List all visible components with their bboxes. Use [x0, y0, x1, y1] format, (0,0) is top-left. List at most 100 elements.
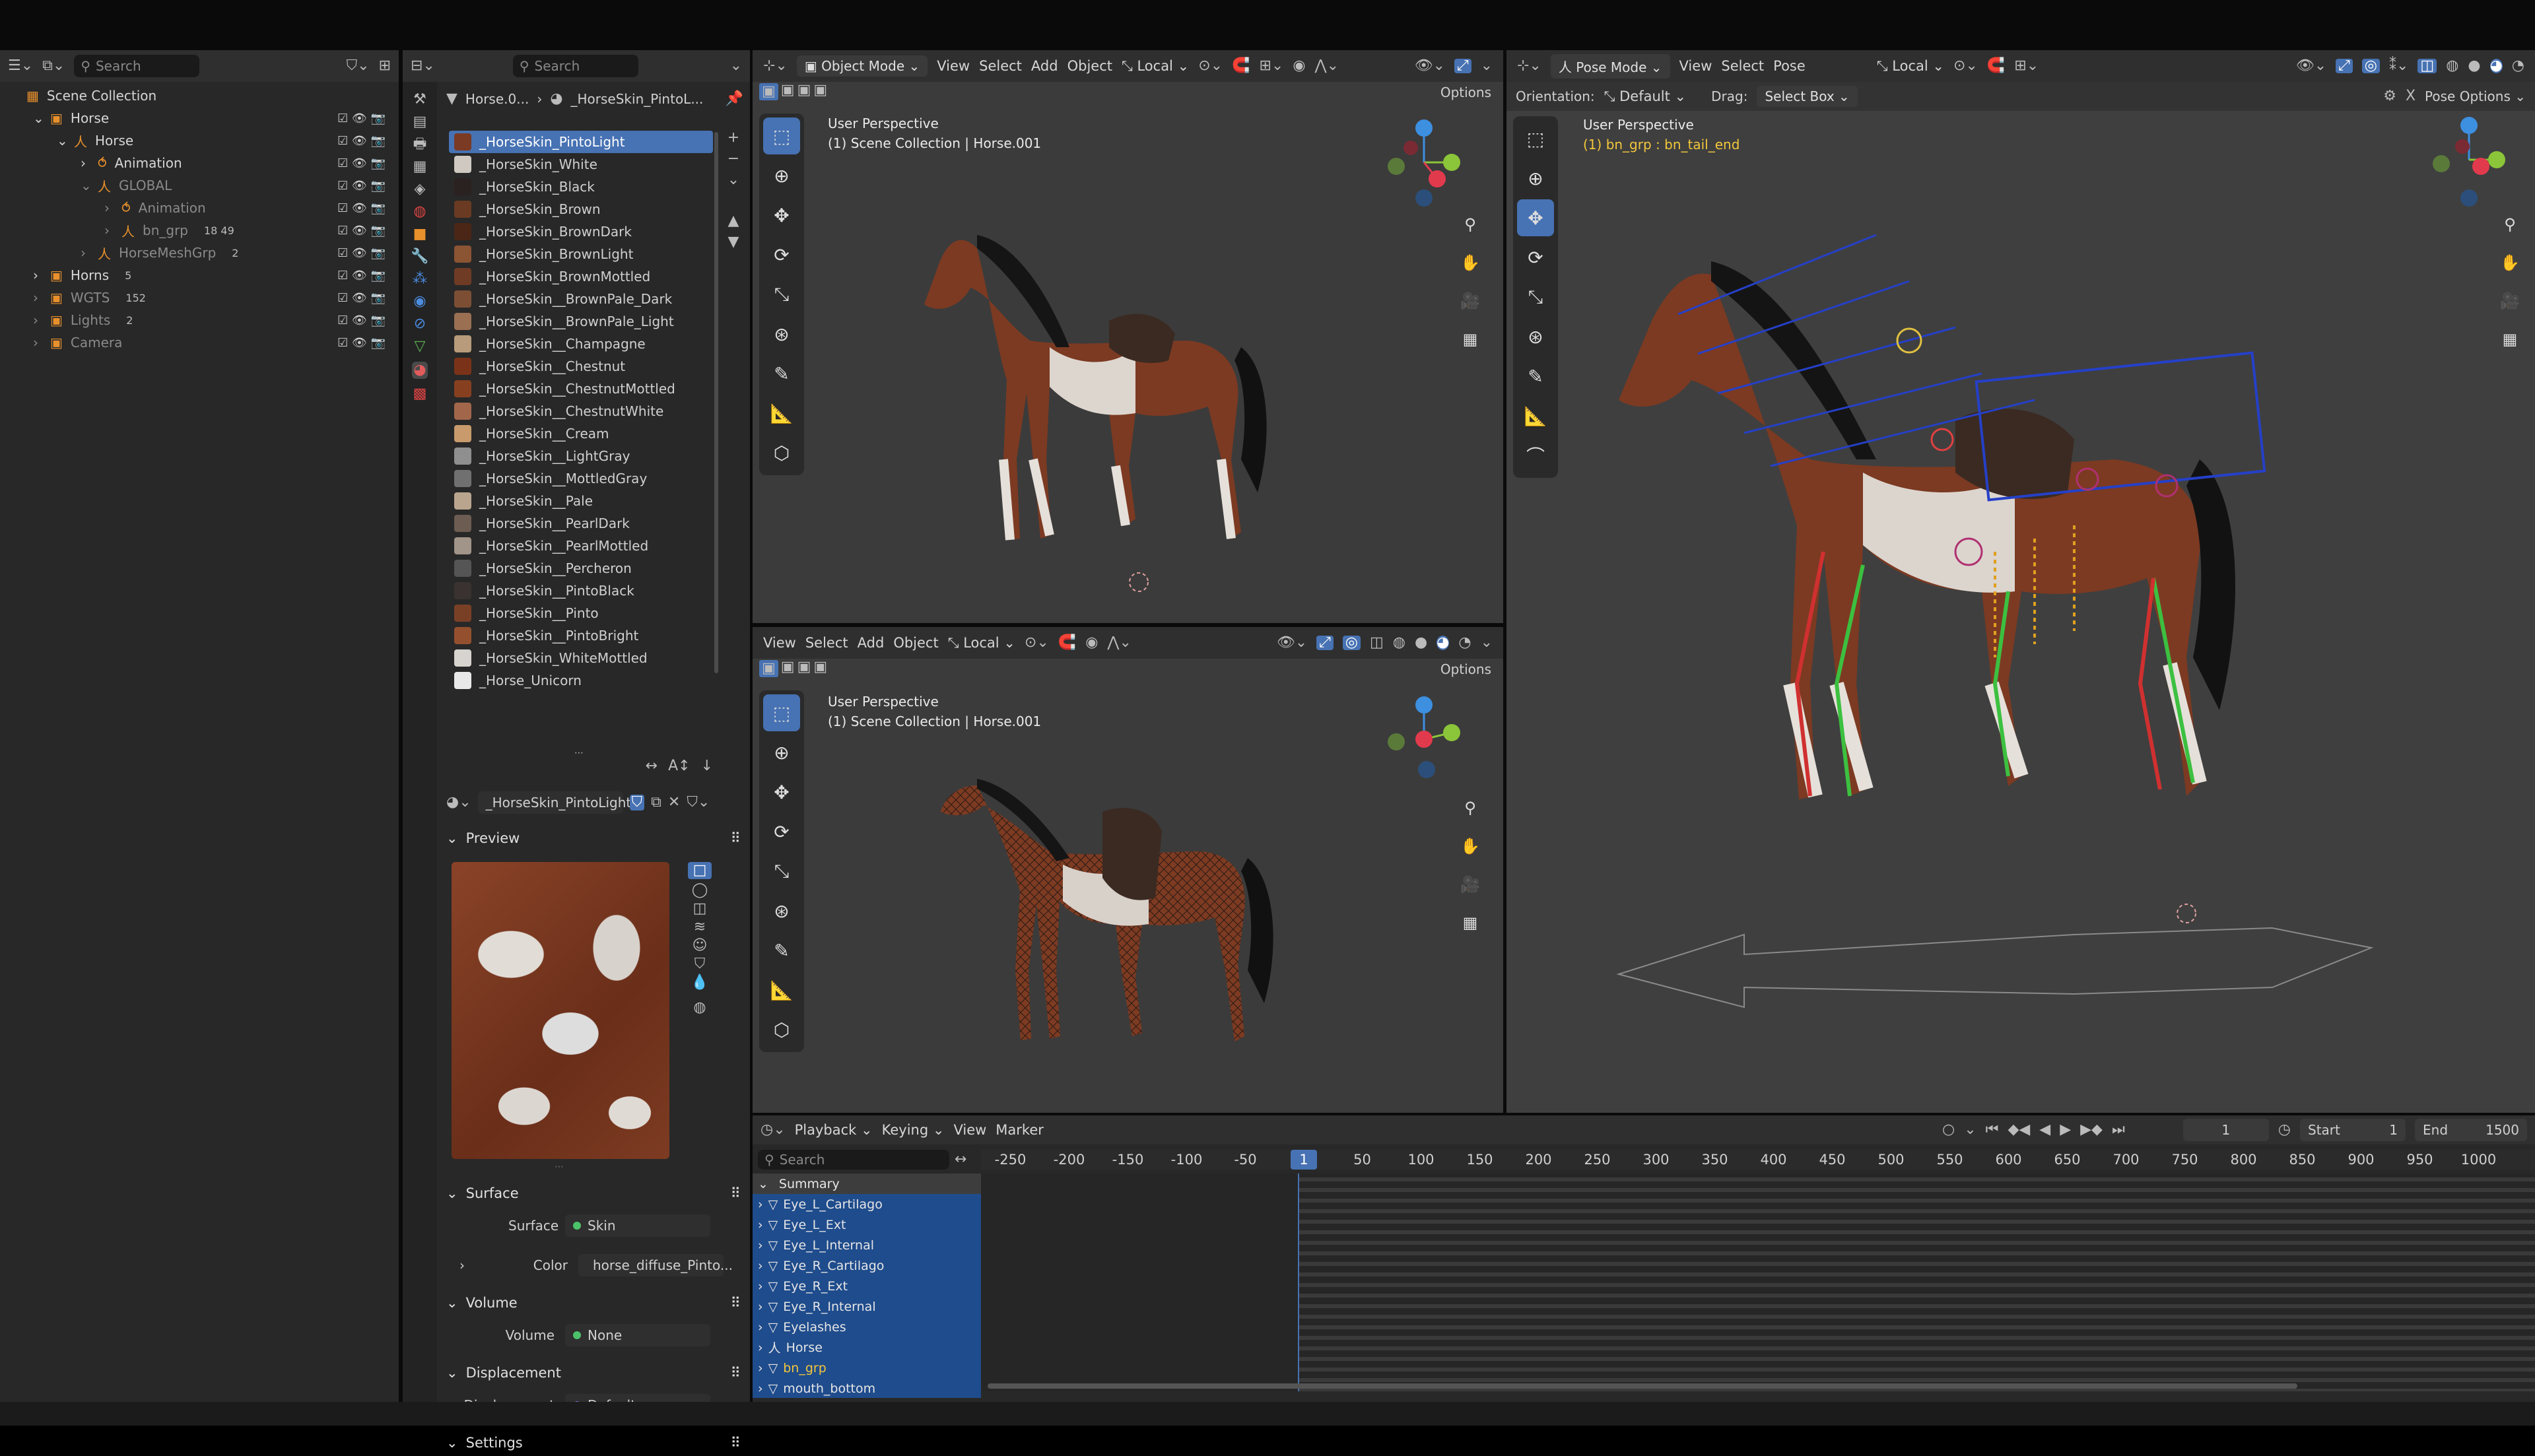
world-tab-icon[interactable]: ◍: [413, 205, 426, 219]
options-button[interactable]: Options: [1440, 84, 1491, 100]
rotate-tool-icon[interactable]: ⟳: [763, 813, 800, 850]
preview-monkey-icon[interactable]: ☺: [693, 939, 708, 953]
displacement-section-header[interactable]: ⌄ Displacement ⠿: [437, 1360, 750, 1386]
play-icon[interactable]: ▶: [2060, 1123, 2071, 1137]
snap-icon[interactable]: 🧲: [1232, 59, 1250, 73]
settings-section-header[interactable]: ⌄ Settings ⠿: [437, 1430, 750, 1456]
remove-slot-button[interactable]: −: [727, 152, 739, 166]
visibility-toggles-icon[interactable]: ☑ 👁 📷: [337, 314, 399, 327]
menu-view[interactable]: View: [953, 1122, 986, 1138]
horse-rig-pose[interactable]: [1612, 182, 2404, 1060]
next-keyframe-icon[interactable]: ▶◆: [2080, 1123, 2103, 1137]
mode-dropdown[interactable]: ▣ Object Mode ⌄: [796, 55, 928, 77]
channel-row[interactable]: › ▽ Eye_R_Cartilago: [753, 1255, 981, 1276]
zoom-icon[interactable]: ⚲: [2494, 209, 2526, 240]
gizmo-toggle-icon[interactable]: ⤢: [1454, 59, 1471, 73]
camera-view-icon[interactable]: 🎥: [1454, 869, 1486, 900]
wireframe-shading-icon[interactable]: ◍: [2446, 59, 2458, 73]
add-cube-tool-icon[interactable]: ⬡: [763, 434, 800, 471]
object-tab-icon[interactable]: ■: [413, 227, 427, 242]
end-frame-field[interactable]: End 1500: [2415, 1119, 2527, 1141]
menu-add[interactable]: Add: [1031, 58, 1058, 74]
expand-arrow-icon[interactable]: ›: [758, 1197, 763, 1212]
preview-world-icon[interactable]: ◍: [693, 1001, 706, 1015]
outliner-row[interactable]: › ▣ Lights 2 ☑ 👁 📷: [0, 309, 399, 331]
scale-tool-icon[interactable]: ⤡: [763, 853, 800, 890]
material-slot-item[interactable]: _HorseSkin__PearlMottled: [449, 535, 713, 557]
transform-orientation-dropdown[interactable]: ⤡ Local ⌄: [1877, 58, 1944, 75]
surface-shader-field[interactable]: Skin: [565, 1214, 710, 1237]
xray-icon[interactable]: ◫: [2417, 59, 2437, 73]
jump-end-icon[interactable]: ⏭: [2112, 1123, 2125, 1137]
proportional-edit-icon[interactable]: ◉: [1085, 636, 1098, 650]
preview-range-icon[interactable]: ◷: [2278, 1123, 2291, 1137]
channel-row[interactable]: › ▽ Eyelashes: [753, 1317, 981, 1337]
expand-arrow-icon[interactable]: ›: [758, 1279, 763, 1294]
scale-tool-icon[interactable]: ⤡: [1517, 279, 1554, 315]
timeline-scrollbar[interactable]: [988, 1383, 2297, 1389]
expand-arrow-icon[interactable]: ›: [758, 1381, 763, 1396]
material-slot-item[interactable]: _HorseSkin__Pinto: [449, 602, 713, 624]
menu-keying[interactable]: Keying ⌄: [882, 1122, 945, 1138]
gizmo-toggle-icon[interactable]: ⤢: [2336, 59, 2353, 73]
falloff-icon[interactable]: ⋀⌄: [1315, 59, 1339, 73]
material-slot-item[interactable]: _Horse_Unicorn: [449, 669, 713, 692]
outliner-row[interactable]: ⌄ 人 GLOBAL ☑ 👁 📷: [0, 174, 399, 197]
channel-row[interactable]: › ▽ bn_grp: [753, 1358, 981, 1378]
drag-handle-icon[interactable]: ⠿: [731, 1185, 750, 1201]
menu-select[interactable]: Select: [805, 635, 848, 651]
drag-handle-icon[interactable]: ⠿: [731, 1435, 750, 1451]
material-slot-item[interactable]: _HorseSkin__BrownPale_Dark: [449, 288, 713, 310]
rotate-tool-icon[interactable]: ⟳: [763, 236, 800, 273]
move-tool-icon[interactable]: ✥: [763, 774, 800, 811]
outliner-row[interactable]: ⌄ ▣ Horse ☑ 👁 📷: [0, 107, 399, 129]
expand-arrow-icon[interactable]: ›: [104, 222, 121, 238]
ortho-grid-icon[interactable]: ▦: [2494, 323, 2526, 355]
cursor-tool-icon[interactable]: ⊕: [763, 734, 800, 771]
preview-cloth-icon[interactable]: ⛉: [694, 957, 706, 972]
pivot-icon[interactable]: ⊙⌄: [1953, 59, 1978, 73]
expand-arrow-icon[interactable]: ›: [81, 155, 98, 171]
move-tool-icon[interactable]: ✥: [763, 197, 800, 234]
transform-tool-icon[interactable]: ⊛: [1517, 318, 1554, 355]
visibility-icon[interactable]: 👁⌄: [1277, 636, 1307, 650]
outliner-row[interactable]: ⌄ 人 Horse ☑ 👁 📷: [0, 129, 399, 152]
gizmo-dropdown-icon[interactable]: ⌄: [1481, 59, 1493, 73]
preview-section-header[interactable]: ⌄ Preview ⠿: [437, 825, 750, 851]
annotate-tool-icon[interactable]: ✎: [1517, 358, 1554, 395]
scene-tab-icon[interactable]: ◈: [415, 182, 426, 197]
channel-row[interactable]: › ▽ Eye_L_Cartilago: [753, 1194, 981, 1214]
expand-arrow-icon[interactable]: ⌄: [57, 133, 74, 149]
material-tab-icon[interactable]: ◕: [412, 362, 428, 379]
viewport-right[interactable]: ⊹⌄ 人 Pose Mode ⌄ View Select Pose ⤡ Loca…: [1506, 50, 2535, 1113]
material-slot-item[interactable]: _HorseSkin__ChestnutMottled: [449, 378, 713, 400]
material-slot-item[interactable]: _HorseSkin_WhiteMottled: [449, 647, 713, 669]
outliner-row[interactable]: › ⥀ Animation ☑ 👁 📷: [0, 197, 399, 219]
material-slot-item[interactable]: _HorseSkin_BrownLight: [449, 243, 713, 265]
channel-row[interactable]: › ▽ Eye_R_Ext: [753, 1276, 981, 1296]
keyframe-area[interactable]: [981, 1174, 2535, 1391]
material-name-field[interactable]: _HorseSkin_PintoLight: [477, 791, 631, 814]
snap-target-icon[interactable]: ⊞⌄: [1259, 59, 1283, 73]
constraints-tab-icon[interactable]: ⊘: [414, 317, 426, 331]
rendered-shading-icon[interactable]: ◔: [1458, 636, 1471, 650]
visibility-toggles-icon[interactable]: ☑ 👁 📷: [337, 201, 399, 215]
chevron-down-icon[interactable]: ⌄: [730, 59, 742, 73]
resize-handle-icon[interactable]: ⋯: [574, 748, 584, 758]
menu-view[interactable]: View: [937, 58, 970, 74]
material-slot-item[interactable]: _HorseSkin_Brown: [449, 198, 713, 220]
visibility-toggles-icon[interactable]: ☑ 👁 📷: [337, 336, 399, 350]
solid-shading-icon[interactable]: ●: [2468, 59, 2480, 73]
outliner-search-input[interactable]: ⚲ Search: [74, 55, 200, 77]
select-box-tool-icon[interactable]: ⬚: [763, 117, 800, 154]
expand-arrow-icon[interactable]: ›: [758, 1361, 763, 1375]
snap-target-icon[interactable]: ⊞⌄: [2014, 59, 2039, 73]
drag-handle-icon[interactable]: ⠿: [731, 830, 750, 846]
material-slot-item[interactable]: _HorseSkin__Cream: [449, 422, 713, 445]
cursor-tool-icon[interactable]: ⊕: [763, 157, 800, 194]
overlay-icon[interactable]: ◎: [1342, 636, 1361, 650]
channel-row[interactable]: › ▽ Eye_L_Ext: [753, 1214, 981, 1235]
expand-arrow-icon[interactable]: ›: [81, 245, 98, 261]
record-icon[interactable]: ○: [1942, 1123, 1955, 1137]
editor-type-icon[interactable]: ⊹⌄: [763, 59, 788, 73]
